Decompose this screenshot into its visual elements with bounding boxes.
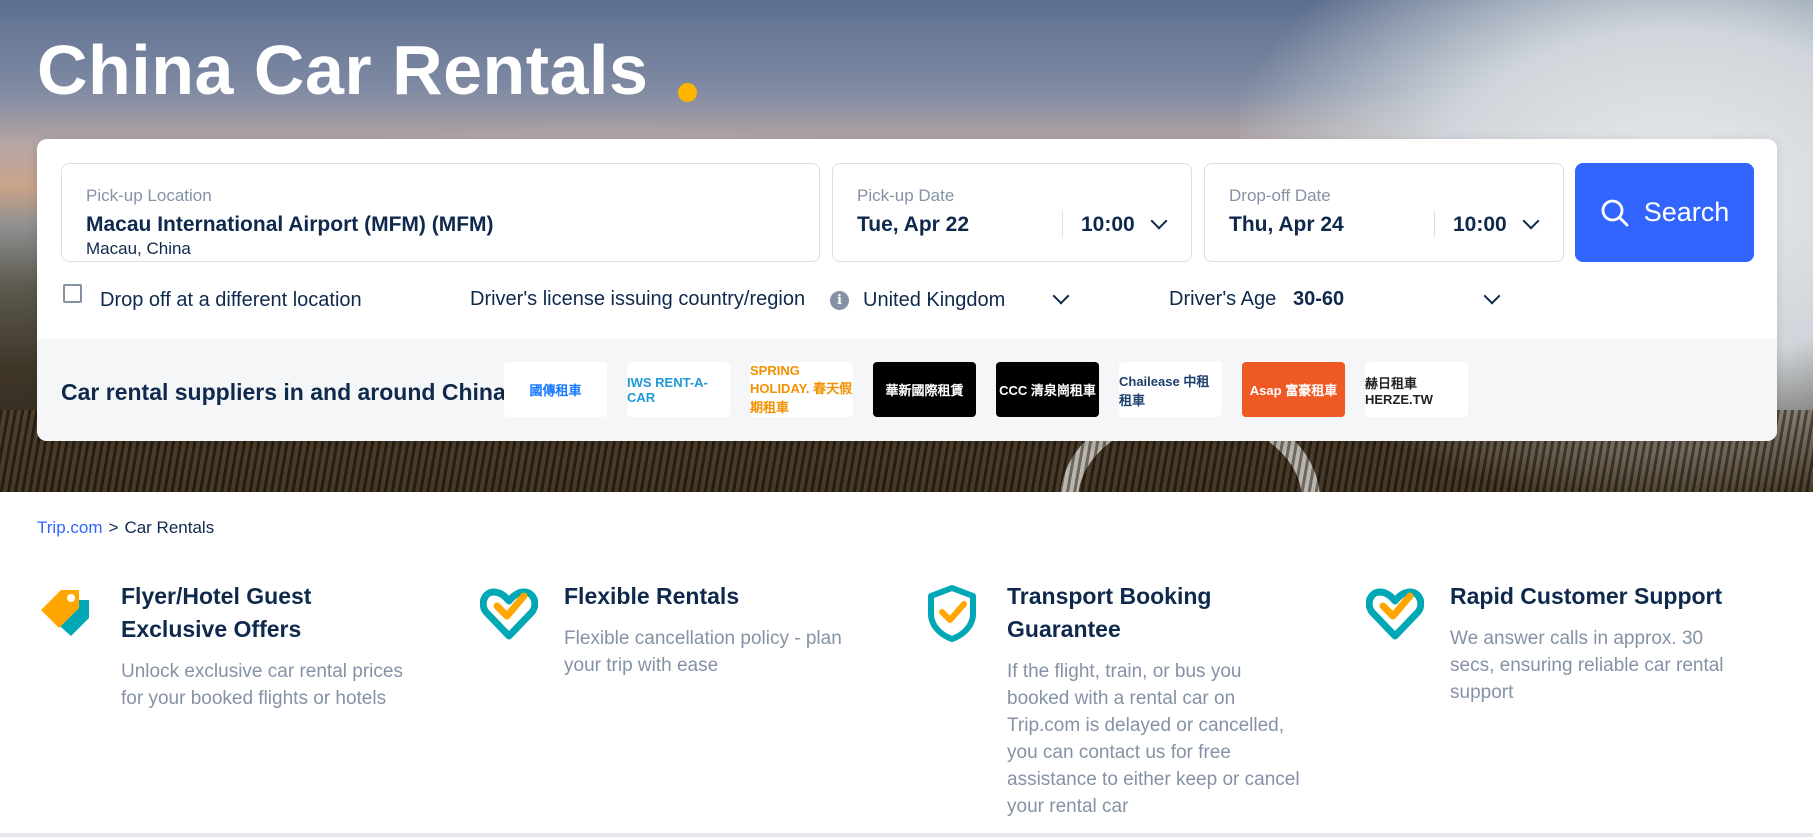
suppliers-strip: Car rental suppliers in and around China… — [37, 339, 1777, 441]
drivers-age-label: Driver's Age — [1169, 288, 1277, 310]
chevron-down-icon[interactable] — [1150, 212, 1168, 230]
pickup-location-label: Pick-up Location — [86, 186, 212, 205]
supplier-logo[interactable]: CCC 清泉崗租車 — [996, 362, 1099, 417]
supplier-logo[interactable]: 華新國際租賃 — [873, 362, 976, 417]
breadcrumb-current: Car Rentals — [124, 518, 215, 537]
dropoff-time-value[interactable]: 10:00 — [1453, 213, 1507, 237]
supplier-logo-text: SPRING HOLIDAY. 春天假期租車 — [750, 363, 853, 415]
different-location-checkbox[interactable] — [63, 284, 82, 303]
pickup-date-value[interactable]: Tue, Apr 22 — [857, 213, 969, 237]
page-title: China Car Rentals — [37, 31, 649, 109]
supplier-logo[interactable]: SPRING HOLIDAY. 春天假期租車 — [750, 362, 853, 417]
breadcrumb-separator: > — [108, 518, 119, 537]
heart-check-icon — [1366, 588, 1424, 640]
suppliers-title: Car rental suppliers in and around China — [61, 379, 506, 405]
feature-description: If the flight, train, or bus you booked … — [1007, 661, 1300, 817]
different-location-label[interactable]: Drop off at a different location — [100, 289, 362, 312]
time-divider — [1062, 211, 1063, 237]
page-divider — [0, 833, 1813, 837]
title-accent-dot — [678, 83, 697, 102]
license-country-label: Driver's license issuing country/region — [470, 288, 806, 310]
supplier-logo[interactable]: 赫日租車 HERZE.TW — [1365, 362, 1468, 417]
time-divider — [1434, 211, 1435, 237]
feature-description: We answer calls in approx. 30 secs, ensu… — [1450, 628, 1724, 703]
supplier-logo-text: 華新國際租賃 — [885, 383, 964, 398]
chevron-down-icon[interactable] — [1522, 212, 1540, 230]
chevron-down-icon[interactable] — [1483, 287, 1501, 305]
price-tag-icon — [41, 590, 89, 636]
feature-title: Flyer/Hotel Guest Exclusive Offers — [121, 583, 312, 642]
pickup-location-field[interactable]: Pick-up Location Macau International Air… — [61, 163, 820, 262]
feature-title: Flexible Rentals — [564, 583, 740, 609]
dropoff-date-label: Drop-off Date — [1229, 186, 1331, 205]
pickup-location-value[interactable]: Macau International Airport (MFM) (MFM) — [86, 213, 494, 237]
dropoff-date-value[interactable]: Thu, Apr 24 — [1229, 213, 1344, 237]
pickup-date-field[interactable]: Pick-up Date Tue, Apr 22 10:00 — [832, 163, 1192, 262]
supplier-logo-text: Asap 富豪租車 — [1249, 383, 1338, 398]
pickup-location-sub: Macau, China — [86, 239, 191, 258]
feature-description: Flexible cancellation policy - plan your… — [564, 628, 842, 676]
feature-description: Unlock exclusive car rental prices for y… — [121, 661, 403, 709]
shield-check-icon — [928, 585, 976, 642]
supplier-logo-text: 赫日租車 HERZE.TW — [1365, 375, 1433, 407]
search-card: Pick-up Location Macau International Air… — [37, 139, 1777, 441]
supplier-logo[interactable]: Asap 富豪租車 — [1242, 362, 1345, 417]
feature-title: Transport Booking Guarantee — [1007, 583, 1212, 642]
heart-check-icon — [480, 588, 538, 640]
breadcrumb: Trip.com > Car Rentals — [37, 518, 214, 538]
supplier-logo-text: IWS RENT-A-CAR — [627, 374, 708, 405]
search-button-label: Search — [1643, 197, 1730, 227]
drivers-age-select[interactable]: 30-60 — [1293, 288, 1344, 311]
search-icon — [1601, 199, 1629, 226]
supplier-logo[interactable]: IWS RENT-A-CAR — [627, 362, 730, 417]
info-icon[interactable]: i — [830, 291, 849, 310]
dropoff-date-field[interactable]: Drop-off Date Thu, Apr 24 10:00 — [1204, 163, 1564, 262]
feature-title: Rapid Customer Support — [1450, 583, 1723, 609]
supplier-logo-text: 國傳租車 — [529, 383, 582, 398]
pickup-time-value[interactable]: 10:00 — [1081, 213, 1135, 237]
pickup-date-label: Pick-up Date — [857, 186, 955, 205]
license-country-select[interactable]: United Kingdom — [863, 289, 1005, 312]
supplier-logo[interactable]: Chailease 中租租車 — [1119, 362, 1222, 417]
chevron-down-icon[interactable] — [1052, 287, 1070, 305]
breadcrumb-home-link[interactable]: Trip.com — [37, 518, 103, 537]
supplier-logo-text: CCC 清泉崗租車 — [999, 383, 1096, 398]
supplier-logo[interactable]: 國傳租車 — [504, 362, 607, 417]
supplier-logo-text: Chailease 中租租車 — [1119, 373, 1210, 408]
search-button[interactable]: Search — [1575, 163, 1754, 262]
